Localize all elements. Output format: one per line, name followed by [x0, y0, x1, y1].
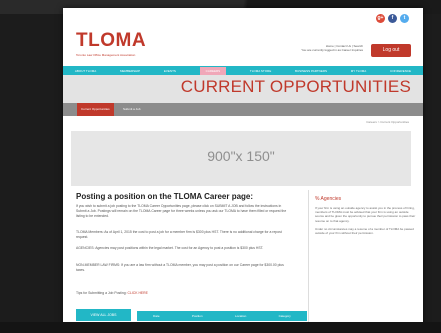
- col-location[interactable]: Location: [235, 314, 246, 318]
- logout-button[interactable]: Log out: [371, 44, 411, 57]
- subnav-bar: Current Opportunities Submit a Job: [63, 103, 423, 116]
- twitter-icon[interactable]: t: [400, 14, 409, 23]
- page-title: CURRENT OPPORTUNITIES: [180, 77, 411, 96]
- sidebar-heading: % Agencies: [315, 196, 342, 202]
- site-logo[interactable]: TLOMA: [76, 30, 146, 52]
- tips-label: Tips for Submitting a Job Posting:: [76, 291, 127, 295]
- nav-item-membership[interactable]: Membership: [120, 69, 140, 73]
- login-status-text: You are currently logged in as Career In…: [301, 48, 363, 52]
- main-nav: About TLOMA Membership Events Careers TL…: [63, 66, 423, 75]
- page-banner: CURRENT OPPORTUNITIES: [63, 75, 423, 103]
- ad-size-label: 900"x 150": [207, 148, 275, 164]
- nav-item-careers[interactable]: Careers: [199, 66, 227, 75]
- website-screen: TLOMA Toronto Law Office Management Asso…: [63, 8, 423, 326]
- sidebar-paragraph-2: Under no circumstances may a resume of a…: [315, 226, 414, 236]
- jobs-table-header: Date Position Location Category: [137, 311, 307, 321]
- tips-line: Tips for Submitting a Job Posting: CLICK…: [76, 291, 148, 295]
- monitor-bottom-bezel: [0, 322, 441, 333]
- col-date[interactable]: Date: [153, 314, 159, 318]
- col-category[interactable]: Category: [279, 314, 291, 318]
- section-title: Posting a position on the TLOMA Career p…: [76, 192, 254, 201]
- ad-placeholder: 900"x 150": [71, 131, 411, 186]
- members-paragraph: TLOMA Members: As of April 1, 2015 the c…: [76, 230, 282, 239]
- nav-item-my-tloma[interactable]: My TLOMA: [351, 69, 367, 73]
- nav-item-about[interactable]: About TLOMA: [75, 69, 96, 73]
- utility-links: Home | Contact Us | Search You are curre…: [301, 44, 363, 52]
- display-frame: TLOMA Toronto Law Office Management Asso…: [0, 0, 441, 333]
- tips-link[interactable]: CLICK HERE: [128, 291, 148, 295]
- site-header: TLOMA Toronto Law Office Management Asso…: [63, 8, 423, 68]
- subnav-current-opportunities[interactable]: Current Opportunities: [77, 103, 114, 116]
- nav-item-events[interactable]: Events: [164, 69, 176, 73]
- col-position[interactable]: Position: [192, 314, 203, 318]
- nav-item-conference[interactable]: Conference: [390, 69, 411, 73]
- sidebar-paragraph-1: If your firm is using an outside agency …: [315, 206, 416, 223]
- nav-item-business-partners[interactable]: Business Partners: [295, 69, 327, 73]
- logo-subtitle: Toronto Law Office Management Associatio…: [76, 53, 136, 57]
- subnav-submit-job[interactable]: Submit a Job: [123, 103, 141, 116]
- agencies-paragraph: AGENCIES: Agencies may post positions wi…: [76, 246, 264, 250]
- view-all-jobs-button[interactable]: View All Jobs: [76, 309, 131, 321]
- sidebar-agencies: % Agencies If your firm is using an outs…: [308, 190, 418, 326]
- facebook-icon[interactable]: f: [388, 14, 397, 23]
- intro-paragraph: If you wish to submit a job posting to t…: [76, 204, 287, 218]
- nav-item-store[interactable]: TLOMA Store: [250, 69, 271, 73]
- breadcrumb[interactable]: Careers > Current Opportunities: [366, 120, 409, 124]
- non-member-paragraph: NON-MEMBER LAW FIRMS: If you are a law f…: [76, 263, 284, 272]
- social-links: g+ f t: [376, 14, 409, 23]
- google-plus-icon[interactable]: g+: [376, 14, 385, 23]
